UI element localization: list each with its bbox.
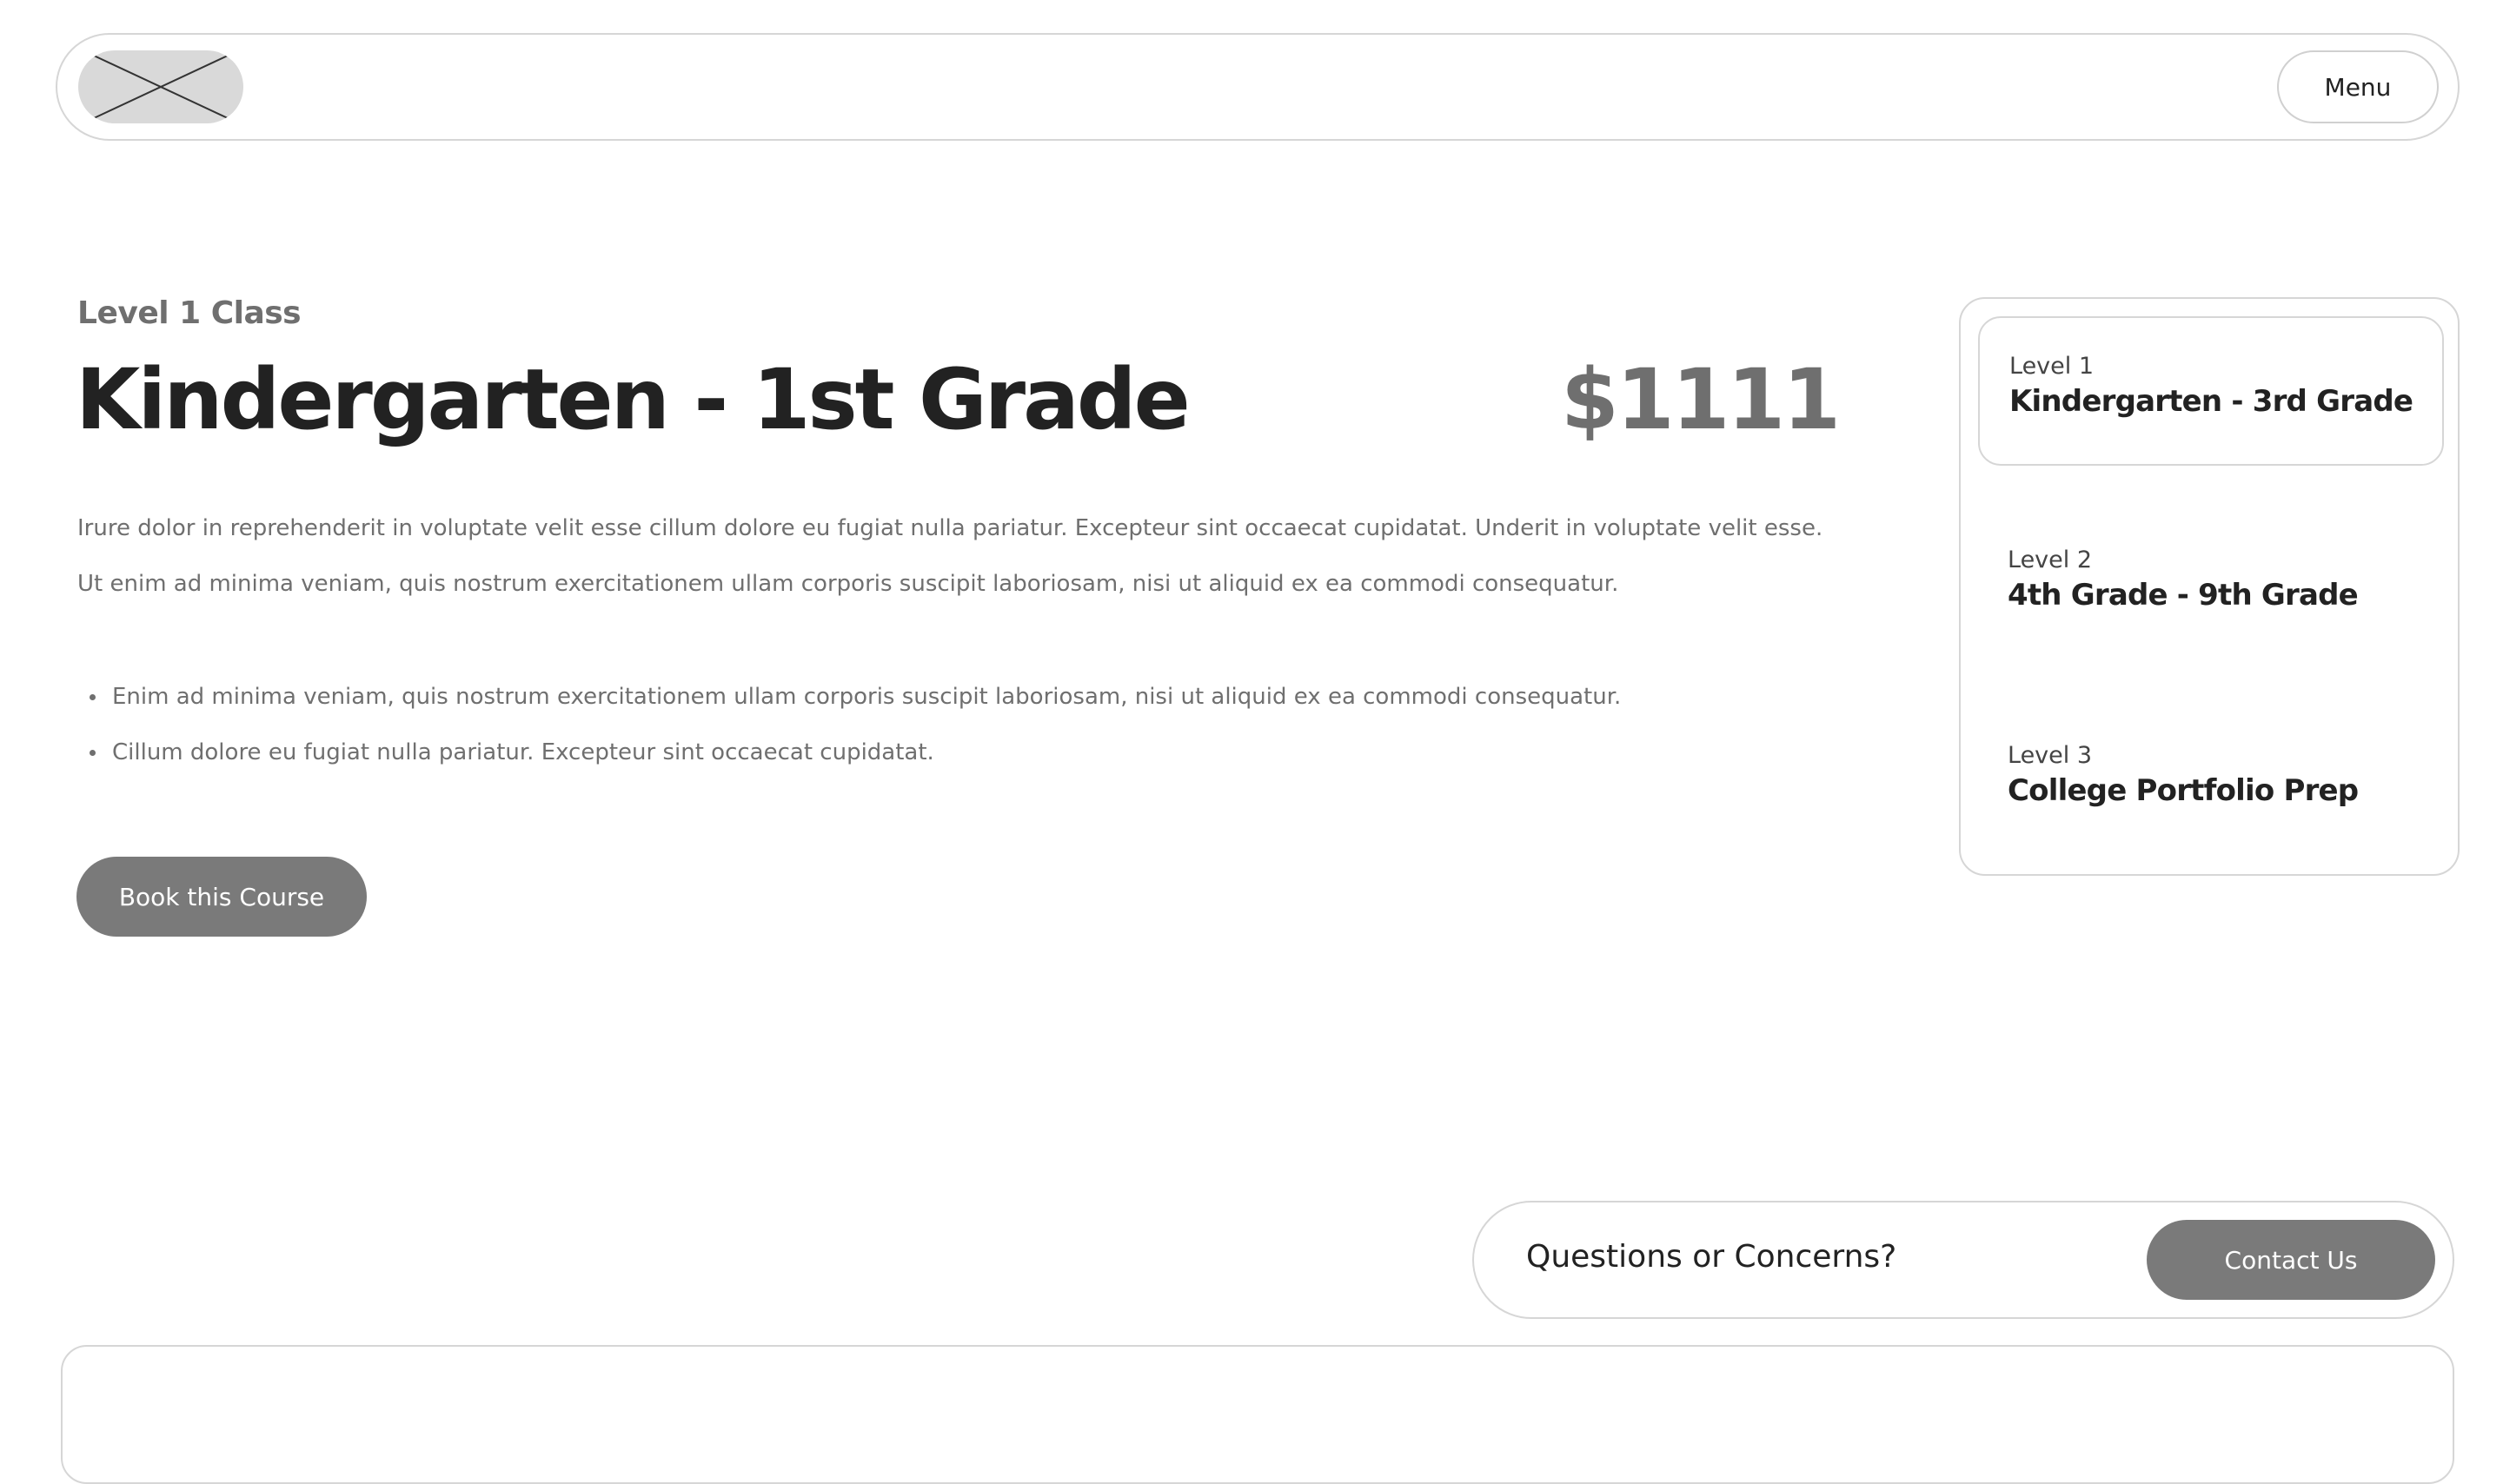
level-option-2[interactable]: Level 2 4th Grade - 9th Grade — [1978, 512, 2444, 661]
course-title: Kindergarten - 1st Grade — [76, 351, 1191, 448]
site-header: Menu — [56, 33, 2460, 141]
bullet-item: Cillum dolore eu fugiat nulla pariatur. … — [77, 725, 1816, 780]
level-label: Level 1 — [2009, 353, 2095, 380]
course-bullet-list: Enim ad minima veniam, quis nostrum exer… — [77, 669, 1816, 780]
level-grade: Kindergarten - 3rd Grade — [2009, 384, 2413, 420]
contact-bar: Questions or Concerns? Contact Us — [1472, 1201, 2454, 1319]
contact-us-button[interactable]: Contact Us — [2147, 1220, 2435, 1300]
book-course-button[interactable]: Book this Course — [76, 857, 367, 937]
menu-button[interactable]: Menu — [2277, 50, 2439, 123]
level-selector: Level 1 Kindergarten - 3rd Grade Level 2… — [1959, 297, 2460, 876]
footer-panel — [61, 1345, 2454, 1484]
course-price: $1111 — [1561, 351, 1841, 448]
level-grade: 4th Grade - 9th Grade — [2008, 578, 2359, 613]
course-description: Irure dolor in reprehenderit in voluptat… — [77, 515, 1823, 597]
contact-prompt: Questions or Concerns? — [1526, 1239, 1897, 1275]
level-label: Level 2 — [2008, 547, 2093, 573]
logo-placeholder-icon[interactable] — [78, 50, 243, 123]
level-label: Level 3 — [2008, 742, 2093, 769]
bullet-item: Enim ad minima veniam, quis nostrum exer… — [77, 669, 1816, 725]
level-option-1[interactable]: Level 1 Kindergarten - 3rd Grade — [1978, 316, 2444, 466]
level-option-3[interactable]: Level 3 College Portfolio Prep — [1978, 707, 2444, 857]
level-grade: College Portfolio Prep — [2008, 773, 2359, 809]
course-level-label: Level 1 Class — [77, 295, 302, 331]
